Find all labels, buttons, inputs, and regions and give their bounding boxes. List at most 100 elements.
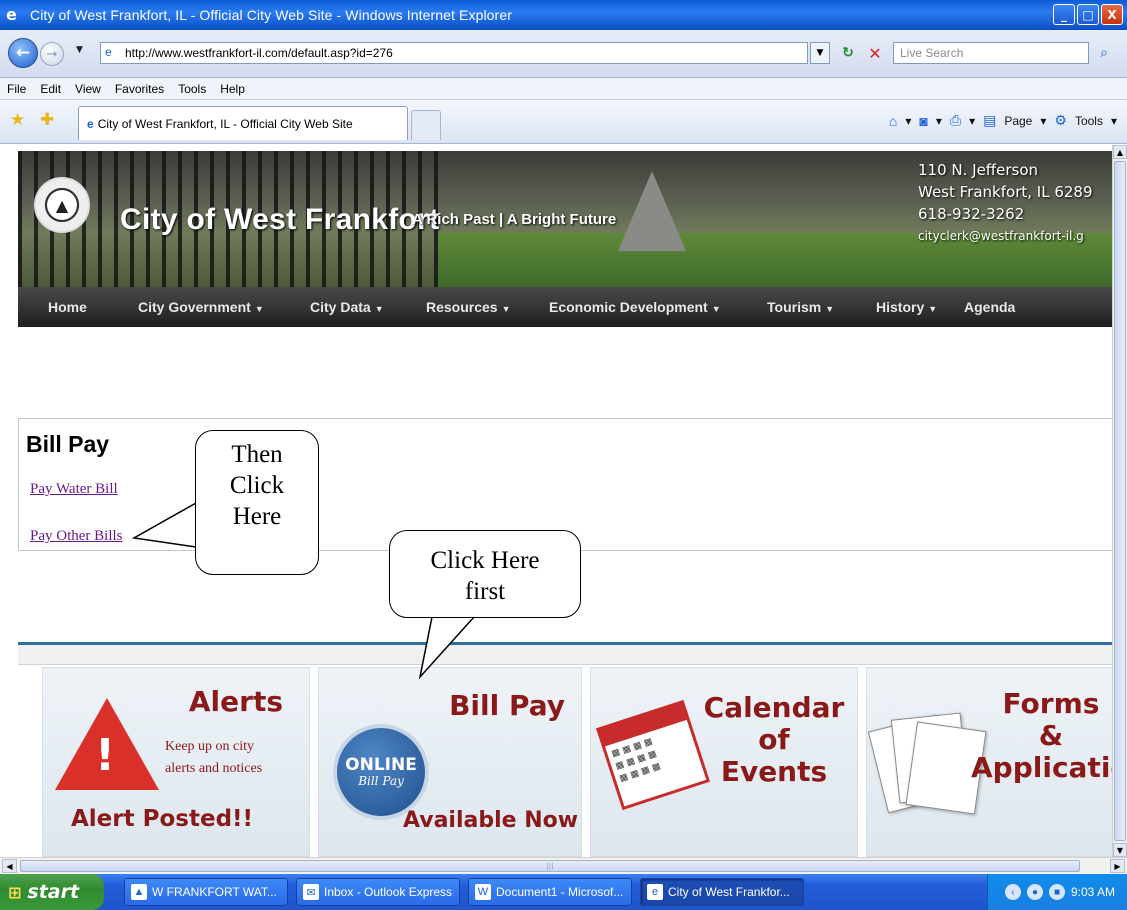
- ie-icon: e: [647, 884, 663, 900]
- home-dropdown-icon[interactable]: ▾: [905, 114, 911, 128]
- nav-resources[interactable]: Resources ▼: [426, 299, 511, 315]
- forms-tile[interactable]: Forms & Application: [866, 667, 1112, 857]
- billpay-title: Bill Pay: [449, 689, 565, 722]
- address-input[interactable]: e http://www.westfrankfort-il.com/defaul…: [100, 42, 808, 64]
- scroll-up-icon[interactable]: ▲: [1113, 145, 1127, 159]
- menu-bar: File Edit View Favorites Tools Help: [0, 78, 1127, 100]
- page-dropdown-icon[interactable]: ▾: [1040, 114, 1046, 128]
- nav-city-government[interactable]: City Government ▼: [138, 299, 264, 315]
- taskbar-item-word[interactable]: W Document1 - Microsof...: [468, 878, 632, 906]
- menu-help[interactable]: Help: [213, 82, 252, 96]
- window-title: City of West Frankfort, IL - Official Ci…: [30, 7, 512, 23]
- scroll-left-icon[interactable]: ◀: [2, 859, 17, 873]
- vertical-scrollbar[interactable]: ▲ ▼: [1112, 145, 1127, 857]
- address-dropdown-button[interactable]: ▼: [810, 42, 830, 64]
- print-dropdown-icon[interactable]: ▾: [969, 114, 975, 128]
- taskbar: ⊞ start ▲ W FRANKFORT WAT... ✉ Inbox - Outl…: [0, 874, 1127, 910]
- chevron-down-icon: ▼: [825, 304, 835, 314]
- new-tab-button[interactable]: [411, 110, 441, 140]
- tools-gear-icon: ⚙: [1054, 112, 1067, 128]
- forward-button[interactable]: →: [40, 42, 64, 66]
- home-icon[interactable]: ⌂: [889, 113, 897, 129]
- windows-flag-icon: ⊞: [8, 882, 22, 902]
- favorites-star-icon[interactable]: ★: [10, 110, 25, 130]
- horizontal-scroll-thumb[interactable]: |||: [20, 860, 1080, 872]
- page-icon: e: [105, 45, 112, 59]
- add-favorites-icon[interactable]: ✚: [40, 110, 54, 130]
- alerts-footer: Alert Posted!!: [71, 806, 254, 832]
- menu-tools[interactable]: Tools: [171, 82, 213, 96]
- address-url[interactable]: http://www.westfrankfort-il.com/default.…: [125, 46, 393, 60]
- tray-network-icon[interactable]: ■: [1048, 884, 1065, 900]
- tab-current[interactable]: e City of West Frankfort, IL - Official …: [78, 106, 408, 140]
- taskbar-item-outlook[interactable]: ✉ Inbox - Outlook Express: [296, 878, 460, 906]
- city-seal-icon[interactable]: ▲: [34, 177, 90, 233]
- clock[interactable]: 9:03 AM: [1071, 885, 1115, 899]
- word-icon: W: [475, 884, 491, 900]
- alerts-tile[interactable]: ! Alerts Keep up on city alerts and noti…: [42, 667, 310, 857]
- menu-view[interactable]: View: [68, 82, 108, 96]
- horizontal-scrollbar[interactable]: ◀ ||| ▶: [0, 857, 1127, 874]
- command-bar: ⌂ ▾ ◙ ▾ ⎙ ▾ ▤ Page ▾ ⚙ Tools ▾: [889, 112, 1117, 129]
- billpay-tile[interactable]: ONLINE Bill Pay Bill Pay Available Now: [318, 667, 582, 857]
- menu-edit[interactable]: Edit: [33, 82, 68, 96]
- window-controls: _ □ X: [1053, 4, 1123, 25]
- feeds-icon[interactable]: ◙: [919, 113, 927, 129]
- scroll-right-icon[interactable]: ▶: [1110, 859, 1125, 873]
- nav-city-data[interactable]: City Data ▼: [310, 299, 384, 315]
- menu-file[interactable]: File: [0, 82, 33, 96]
- taskbar-item-ie[interactable]: e City of West Frankfor...: [640, 878, 804, 906]
- history-dropdown-icon[interactable]: ▼: [76, 45, 83, 55]
- nav-home[interactable]: Home: [48, 299, 87, 315]
- feeds-dropdown-icon[interactable]: ▾: [936, 114, 942, 128]
- calendar-tile[interactable]: ▦ ▦ ▦ ▦ ▦ ▦ ▦ ▦ ▦ ▦ ▦ ▦ Calendar of Events: [590, 667, 858, 857]
- search-input[interactable]: Live Search: [893, 42, 1089, 64]
- page-menu-button[interactable]: Page: [1004, 114, 1032, 128]
- calendar-icon: ▦ ▦ ▦ ▦ ▦ ▦ ▦ ▦ ▦ ▦ ▦ ▦: [595, 699, 711, 811]
- nav-economic-development[interactable]: Economic Development ▼: [549, 299, 721, 315]
- page-viewport: ▲ City of West Frankfort A Rich Past | A…: [0, 145, 1112, 857]
- calendar-title: Calendar of Events: [703, 691, 845, 789]
- print-icon[interactable]: ⎙: [950, 112, 961, 129]
- back-button[interactable]: ←: [8, 38, 38, 68]
- nav-agenda[interactable]: Agenda: [964, 299, 1015, 315]
- tray-messenger-icon[interactable]: ●: [1026, 884, 1043, 900]
- site-tagline: A Rich Past | A Bright Future: [412, 211, 617, 228]
- minimize-button[interactable]: _: [1053, 4, 1075, 25]
- documents-icon: [867, 708, 987, 815]
- taskbar-item-frankfort-water[interactable]: ▲ W FRANKFORT WAT...: [124, 878, 288, 906]
- tools-menu-button[interactable]: Tools: [1075, 114, 1103, 128]
- tray-arrow-icon[interactable]: ‹: [1004, 884, 1021, 900]
- ie-logo-icon: e: [6, 5, 17, 24]
- app-icon: ▲: [131, 884, 147, 900]
- scroll-down-icon[interactable]: ▼: [1113, 843, 1127, 857]
- tab-ie-icon: e: [87, 116, 94, 131]
- contact-city: West Frankfort, IL 6289: [918, 183, 1093, 201]
- alerts-description: Keep up on city alerts and notices: [165, 739, 263, 776]
- nav-tourism[interactable]: Tourism ▼: [767, 299, 834, 315]
- pay-water-bill-link[interactable]: Pay Water Bill: [30, 481, 118, 498]
- chevron-down-icon: ▼: [711, 304, 721, 314]
- billpay-footer: Available Now: [403, 808, 579, 833]
- start-button[interactable]: ⊞ start: [0, 874, 104, 910]
- search-icon[interactable]: ⌕: [1090, 42, 1118, 64]
- tools-dropdown-icon[interactable]: ▾: [1111, 114, 1117, 128]
- vertical-scroll-thumb[interactable]: [1114, 161, 1126, 841]
- chevron-down-icon: ▼: [928, 304, 938, 314]
- close-button[interactable]: X: [1101, 4, 1123, 25]
- menu-favorites[interactable]: Favorites: [108, 82, 171, 96]
- maximize-button[interactable]: □: [1077, 4, 1099, 25]
- site-banner: ▲ City of West Frankfort A Rich Past | A…: [18, 151, 1112, 287]
- contact-email[interactable]: cityclerk@westfrankfort-il.g: [918, 225, 1093, 247]
- site-name[interactable]: City of West Frankfort: [120, 203, 439, 237]
- page-title: Bill Pay: [26, 431, 110, 457]
- pay-other-bills-link[interactable]: Pay Other Bills: [30, 528, 123, 545]
- stop-icon[interactable]: ✕: [864, 42, 886, 64]
- then-click-here-callout: Then Click Here: [195, 430, 319, 575]
- chevron-down-icon: ▼: [374, 304, 384, 314]
- banner-monument-image: [618, 171, 686, 251]
- nav-history[interactable]: History ▼: [876, 299, 937, 315]
- click-first-callout-tail: [418, 615, 476, 680]
- refresh-icon[interactable]: ↻: [836, 42, 860, 64]
- alerts-title: Alerts: [188, 685, 283, 718]
